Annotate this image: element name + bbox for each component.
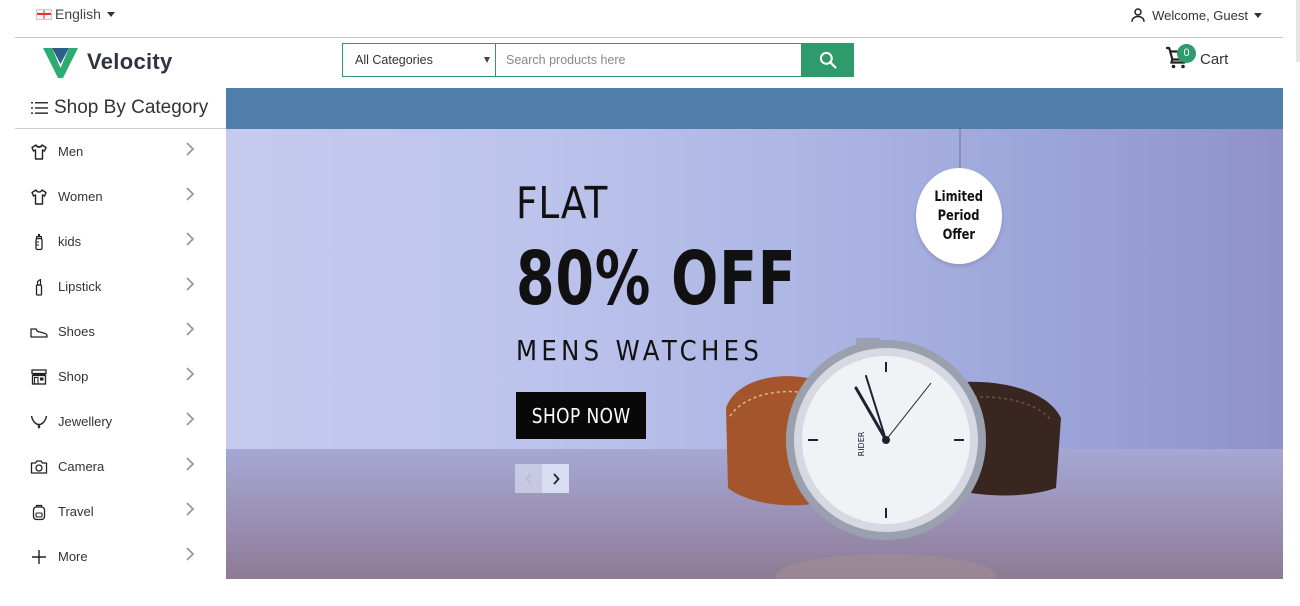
chevron-right-icon bbox=[186, 457, 195, 471]
limited-offer-tag: Limited Period Offer bbox=[916, 168, 1002, 264]
lipstick-icon bbox=[30, 278, 48, 296]
tag-line: Offer bbox=[942, 226, 976, 243]
sidebar-item-label: kids bbox=[58, 234, 82, 249]
shirt-icon bbox=[30, 188, 48, 206]
scrollbar[interactable] bbox=[1296, 0, 1300, 62]
logo[interactable]: Velocity bbox=[43, 46, 173, 78]
sidebar-item-label: Women bbox=[58, 189, 103, 204]
banner-heading-flat: FLAT bbox=[516, 178, 609, 229]
banner-top-band bbox=[226, 88, 1283, 129]
welcome-text: Welcome, Guest bbox=[1152, 7, 1248, 23]
hero-banner: Limited Period Offer FLAT 80% OFF MENS W… bbox=[226, 88, 1283, 579]
sidebar-title: Shop By Category bbox=[54, 97, 209, 118]
tag-string bbox=[959, 129, 961, 171]
sidebar-item-shop[interactable]: Shop bbox=[15, 354, 226, 399]
cart-count-badge: 0 bbox=[1177, 44, 1196, 63]
store-icon bbox=[30, 368, 48, 386]
search-input[interactable] bbox=[496, 43, 802, 77]
shoe-icon bbox=[30, 323, 48, 341]
sidebar-item-women[interactable]: Women bbox=[15, 174, 226, 219]
search-icon bbox=[819, 51, 837, 69]
top-bar: English Welcome, Guest bbox=[15, 0, 1283, 38]
sidebar-item-lipstick[interactable]: Lipstick bbox=[15, 264, 226, 309]
slider-next-button[interactable] bbox=[542, 464, 569, 493]
backpack-icon bbox=[30, 503, 48, 521]
cart-label: Cart bbox=[1200, 51, 1229, 68]
plus-icon bbox=[30, 548, 48, 566]
caret-down-icon bbox=[106, 11, 115, 17]
category-sidebar: Shop By Category Men Women kids Lipstick… bbox=[15, 88, 226, 579]
language-label: English bbox=[55, 6, 101, 22]
cart-button[interactable]: 0 Cart bbox=[1165, 44, 1229, 70]
tag-line: Limited bbox=[934, 188, 984, 205]
sidebar-item-kids[interactable]: kids bbox=[15, 219, 226, 264]
category-select-value: All Categories bbox=[355, 53, 433, 67]
watch-brand-text: RIDER bbox=[857, 431, 866, 456]
language-selector[interactable]: English bbox=[36, 6, 115, 22]
sidebar-item-men[interactable]: Men bbox=[15, 129, 226, 174]
tshirt-icon bbox=[30, 143, 48, 161]
chevron-right-icon bbox=[186, 502, 195, 516]
select-arrow-icon bbox=[484, 57, 490, 63]
account-menu[interactable]: Welcome, Guest bbox=[1129, 6, 1262, 24]
sidebar-item-label: Lipstick bbox=[58, 279, 102, 294]
slider-prev-button[interactable] bbox=[515, 464, 542, 493]
search-button[interactable] bbox=[802, 43, 854, 77]
sidebar-item-label: Men bbox=[58, 144, 84, 159]
sidebar-item-label: Travel bbox=[58, 504, 94, 519]
user-icon bbox=[1131, 8, 1145, 22]
chevron-right-icon bbox=[186, 187, 195, 201]
wristwatch-image: RIDER bbox=[726, 338, 1061, 579]
sidebar-item-shoes[interactable]: Shoes bbox=[15, 309, 226, 354]
sidebar-header: Shop By Category bbox=[15, 88, 226, 129]
shop-now-button[interactable]: SHOP NOW bbox=[516, 392, 646, 439]
sidebar-item-more[interactable]: More bbox=[15, 534, 226, 579]
chevron-right-icon bbox=[186, 412, 195, 426]
chevron-right-icon bbox=[186, 547, 195, 561]
sidebar-item-jewellery[interactable]: Jewellery bbox=[15, 399, 226, 444]
sidebar-item-label: Shop bbox=[58, 369, 89, 384]
chevron-right-icon bbox=[186, 142, 195, 156]
chevron-left-icon bbox=[524, 472, 532, 485]
uk-flag-icon bbox=[36, 8, 52, 20]
chevron-right-icon bbox=[186, 277, 195, 291]
sidebar-item-label: Jewellery bbox=[58, 414, 113, 429]
sidebar-item-travel[interactable]: Travel bbox=[15, 489, 226, 534]
sidebar-item-label: More bbox=[58, 549, 88, 564]
caret-down-icon bbox=[1254, 12, 1262, 18]
tag-line: Period bbox=[938, 207, 980, 224]
sidebar-item-label: Camera bbox=[58, 459, 105, 474]
sidebar-item-label: Shoes bbox=[58, 324, 95, 339]
chevron-right-icon bbox=[186, 232, 195, 246]
chevron-right-icon bbox=[552, 472, 560, 485]
logo-text: Velocity bbox=[87, 49, 173, 74]
chevron-right-icon bbox=[186, 367, 195, 381]
chevron-right-icon bbox=[186, 322, 195, 336]
sidebar-item-camera[interactable]: Camera bbox=[15, 444, 226, 489]
category-select[interactable]: All Categories bbox=[342, 43, 496, 77]
baby-bottle-icon bbox=[30, 233, 48, 251]
search-bar: All Categories bbox=[342, 43, 854, 77]
list-icon bbox=[31, 102, 48, 114]
banner-heading-discount: 80% OFF bbox=[516, 236, 797, 322]
necklace-icon bbox=[30, 413, 48, 431]
camera-icon bbox=[30, 458, 48, 476]
velocity-logo-icon bbox=[43, 48, 78, 78]
shop-now-label: SHOP NOW bbox=[531, 403, 631, 428]
